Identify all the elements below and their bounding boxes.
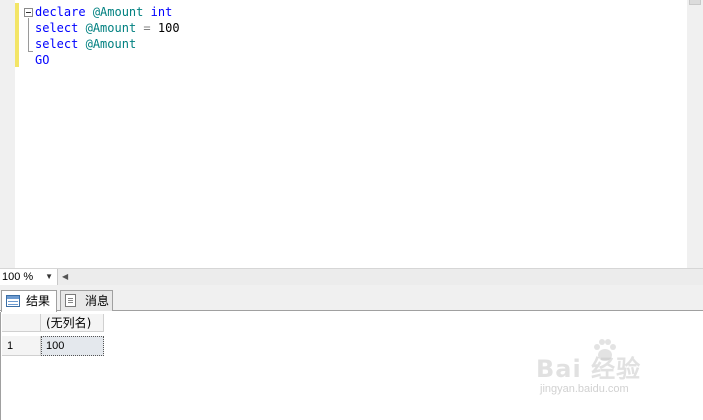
tab-results-label: 结果: [26, 294, 51, 308]
tab-results[interactable]: 结果: [1, 290, 57, 312]
column-header[interactable]: (无列名): [41, 314, 104, 332]
scrollbar-thumb[interactable]: [689, 0, 701, 5]
change-tracking-bar: [15, 3, 19, 67]
code-line[interactable]: GO: [35, 52, 180, 68]
code-token: int: [150, 5, 173, 19]
code-line[interactable]: declare @Amount int: [35, 4, 180, 20]
code-line[interactable]: select @Amount: [35, 36, 180, 52]
sql-code[interactable]: declare @Amount int select @Amount = 100 s…: [35, 4, 180, 68]
chevron-down-icon[interactable]: ▼: [45, 269, 53, 285]
code-token: select: [35, 21, 79, 35]
outline-guide: [28, 18, 29, 52]
editor-vertical-scrollbar[interactable]: [687, 0, 703, 268]
code-line[interactable]: select @Amount = 100: [35, 20, 180, 36]
outline-guide-end: [28, 51, 33, 52]
code-token: @Amount: [85, 21, 137, 35]
collapse-icon[interactable]: [24, 8, 33, 17]
code-token: GO: [35, 53, 50, 67]
row-number[interactable]: 1: [2, 336, 41, 356]
zoom-bar: 100 % ▼ ◀: [0, 268, 703, 285]
code-token: select: [35, 37, 79, 51]
document-icon: [65, 294, 76, 307]
results-pane: (无列名) 1 100 Bai 经验 jingyan.baidu.com: [0, 312, 703, 420]
zoom-select[interactable]: 100 % ▼: [0, 269, 58, 285]
arrow-left-icon[interactable]: ◀: [62, 269, 68, 285]
watermark-text: Bai 经验: [536, 355, 642, 383]
tab-messages[interactable]: 消息: [60, 290, 113, 311]
results-tabstrip: 结果 消息: [0, 285, 703, 312]
code-token: @Amount: [85, 37, 137, 51]
query-editor[interactable]: declare @Amount int select @Amount = 100 s…: [0, 0, 703, 268]
zoom-value: 100 %: [2, 271, 34, 283]
grid-icon: [6, 295, 20, 307]
code-token: declare: [35, 5, 86, 19]
result-cell[interactable]: 100: [41, 336, 104, 356]
code-token: @Amount: [92, 5, 144, 19]
code-token: 100: [150, 21, 180, 35]
tab-messages-label: 消息: [85, 294, 110, 308]
code-token: =: [143, 21, 151, 35]
watermark-url: jingyan.baidu.com: [540, 383, 629, 395]
baidu-watermark: Bai 经验 jingyan.baidu.com: [536, 339, 671, 403]
editor-gutter: [0, 0, 15, 268]
grid-corner[interactable]: [2, 314, 41, 332]
